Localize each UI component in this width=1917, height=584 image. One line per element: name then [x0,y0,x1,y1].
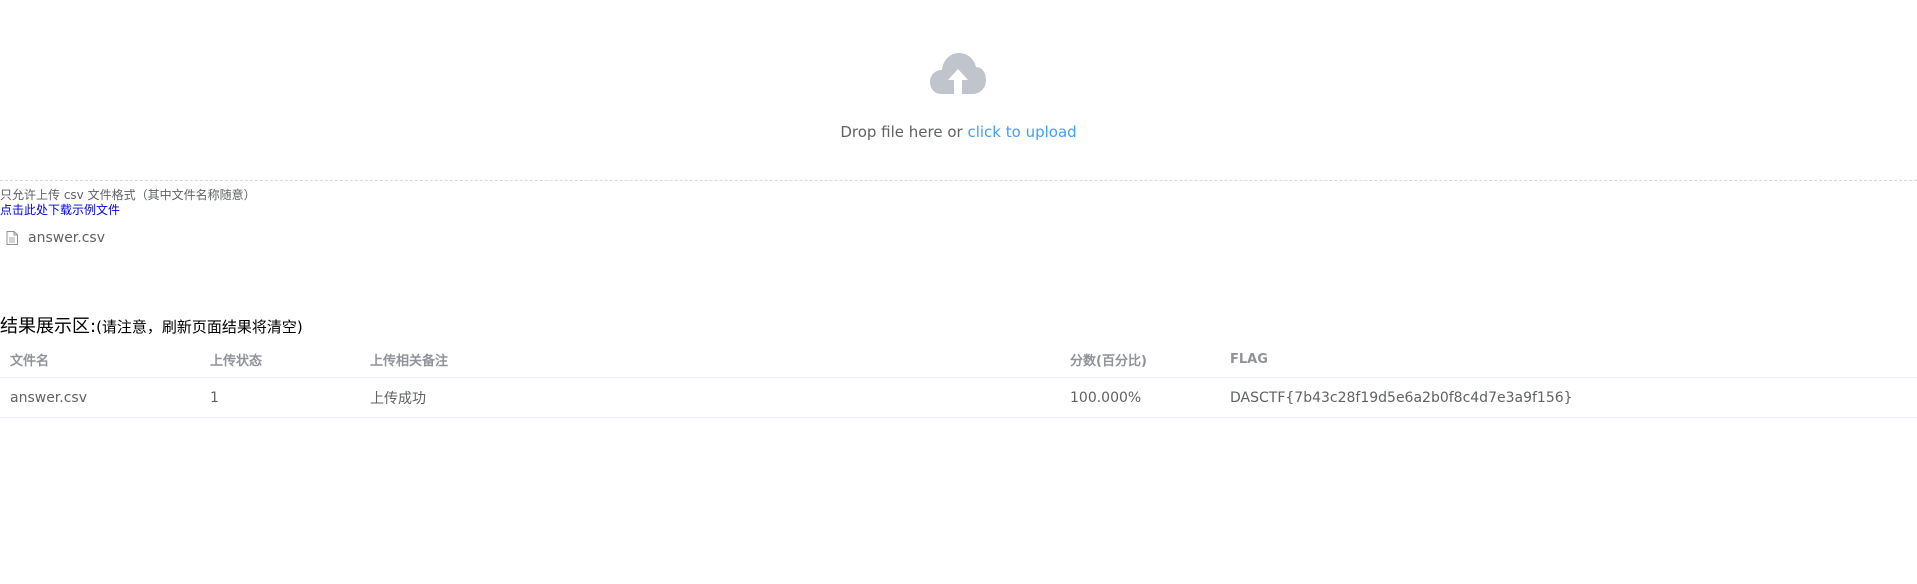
click-to-upload-link[interactable]: click to upload [967,123,1076,141]
cloud-upload-icon [930,53,986,94]
results-note: (请注意，刷新页面结果将清空) [96,318,303,336]
column-header-filename[interactable]: 文件名 [10,342,49,377]
column-header-remarks[interactable]: 上传相关备注 [370,342,448,377]
cell-status: 1 [210,389,219,406]
cell-score: 100.000% [1070,389,1142,406]
drop-text: Drop file here or click to upload [0,121,1917,143]
drop-instruction: Drop file here or [840,123,968,141]
cell-flag: DASCTF{7b43c28f19d5e6a2b0f8c4d7e3a9f156} [1230,389,1573,406]
document-icon [6,231,18,245]
table-row: answer.csv 1 上传成功 100.000% DASCTF{7b43c2… [0,378,1917,418]
results-title-text: 结果展示区: [0,316,97,337]
download-sample-link[interactable]: 点击此处下载示例文件 [0,203,120,218]
table-header: 文件名 上传状态 上传相关备注 分数(百分比) FLAG [0,342,1917,378]
page: Drop file here or click to upload 只允许上传 … [0,0,1917,584]
cell-filename: answer.csv [10,389,88,406]
uploaded-file-item[interactable]: answer.csv [6,226,105,250]
column-header-status[interactable]: 上传状态 [210,342,262,377]
cell-remarks: 上传成功 [370,390,426,407]
upload-tip: 只允许上传 csv 文件格式（其中文件名称随意） [0,188,256,202]
upload-dropzone[interactable]: Drop file here or click to upload [0,0,1917,181]
results-table: 文件名 上传状态 上传相关备注 分数(百分比) FLAG answer.csv … [0,342,1917,418]
results-title: 结果展示区:(请注意，刷新页面结果将清空) [0,315,303,339]
column-header-flag[interactable]: FLAG [1230,342,1268,377]
file-name: answer.csv [28,230,106,246]
column-header-score[interactable]: 分数(百分比) [1070,342,1147,377]
